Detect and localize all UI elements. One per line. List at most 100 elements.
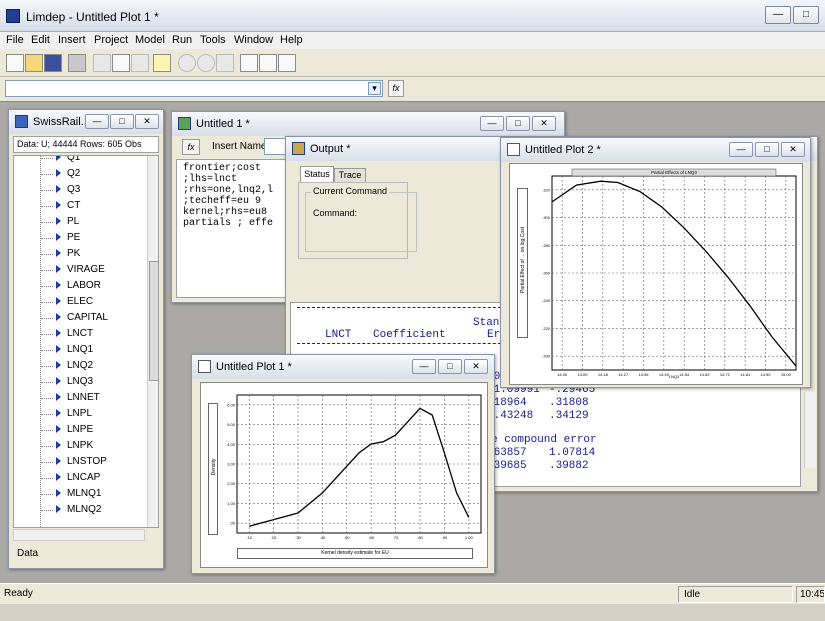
variable-item[interactable]: PL — [41, 214, 79, 230]
menu-insert[interactable]: Insert — [58, 34, 86, 46]
command-input[interactable] — [5, 80, 383, 97]
data-window-titlebar[interactable]: SwissRail... — □ ✕ — [9, 110, 163, 134]
menu-edit[interactable]: Edit — [31, 34, 50, 46]
variable-item[interactable]: LNQ3 — [41, 374, 93, 390]
plot2-window-titlebar[interactable]: Untitled Plot 2 * — □ ✕ — [501, 138, 810, 162]
output-window-title: Output * — [310, 143, 351, 155]
window1-icon[interactable] — [240, 54, 258, 72]
wand-icon[interactable] — [153, 54, 171, 72]
data-window-icon — [15, 115, 28, 128]
new-icon[interactable] — [6, 54, 24, 72]
plot2-window-minimize[interactable]: — — [729, 142, 753, 157]
data-window[interactable]: SwissRail... — □ ✕ Data: U; 44444 Rows: … — [8, 109, 164, 569]
output-scrollbar[interactable] — [804, 392, 816, 468]
app-titlebar[interactable]: Limdep - Untitled Plot 1 * — □ — [0, 0, 825, 32]
variable-item[interactable]: LNPL — [41, 406, 92, 422]
plot2-window-close[interactable]: ✕ — [781, 142, 805, 157]
menu-model[interactable]: Model — [135, 34, 165, 46]
plot1-window[interactable]: Untitled Plot 1 * — □ ✕ Density .10 .20 .3… — [191, 354, 495, 574]
variable-scrollbar[interactable] — [147, 156, 158, 527]
plot1-ylabel-box: Density — [208, 403, 218, 535]
menu-window[interactable]: Window — [234, 34, 273, 46]
cut-icon[interactable] — [93, 54, 111, 72]
data-window-maximize[interactable]: □ — [110, 114, 134, 129]
variable-item[interactable]: LNQ1 — [41, 342, 93, 358]
plot2-window[interactable]: Untitled Plot 2 * — □ ✕ Partial Effect o… — [500, 137, 811, 388]
variable-item[interactable]: LNSTOP — [41, 454, 107, 470]
data-window-close[interactable]: ✕ — [135, 114, 159, 129]
fx-button[interactable]: fx — [388, 80, 404, 97]
variable-item[interactable]: LNCT — [41, 326, 93, 342]
plot1-window-maximize[interactable]: □ — [438, 359, 462, 374]
variable-item[interactable]: LABOR — [41, 278, 101, 294]
editor-window-close[interactable]: ✕ — [532, 116, 556, 131]
menu-help[interactable]: Help — [280, 34, 303, 46]
variable-item[interactable]: MLNQ1 — [41, 486, 101, 502]
variable-item[interactable]: MLNQ2 — [41, 502, 101, 518]
tab-trace[interactable]: Trace — [334, 168, 366, 182]
variable-item[interactable]: PK — [41, 246, 80, 262]
command-dropdown-button[interactable]: ▾ — [368, 82, 381, 95]
menu-run[interactable]: Run — [172, 34, 192, 46]
variable-item[interactable]: Q1 — [41, 155, 81, 166]
variable-item[interactable]: Q2 — [41, 166, 80, 182]
y-tick-label: .00 — [229, 521, 235, 526]
data-window-minimize[interactable]: — — [85, 114, 109, 129]
plot2-ylabel-box: Partial Effect of ... on log Cost — [517, 188, 528, 338]
variable-arrow-icon — [56, 473, 61, 481]
y-tick-label: 1.00 — [227, 501, 236, 506]
editor-window-maximize[interactable]: □ — [506, 116, 530, 131]
variable-item[interactable]: LNPK — [41, 438, 93, 454]
variable-hscrollbar[interactable] — [13, 529, 145, 541]
variable-item[interactable]: CAPITAL — [41, 310, 108, 326]
variable-label: Q1 — [67, 155, 81, 163]
save-icon[interactable] — [44, 54, 62, 72]
open-icon[interactable] — [25, 54, 43, 72]
pause-icon[interactable] — [216, 54, 234, 72]
tree-branch — [41, 158, 53, 159]
variable-item[interactable]: LNCAP — [41, 470, 100, 486]
variable-label: PE — [67, 232, 81, 243]
copy-icon[interactable] — [112, 54, 130, 72]
output-window-icon — [292, 142, 305, 155]
variable-scroll-thumb[interactable] — [149, 261, 158, 381]
menu-tools[interactable]: Tools — [200, 34, 226, 46]
x-tick-label: 14.09 — [577, 372, 588, 377]
output-section-title: e compound error — [491, 434, 597, 446]
tab-status[interactable]: Status — [300, 166, 334, 182]
menu-project[interactable]: Project — [94, 34, 128, 46]
editor-window-minimize[interactable]: — — [480, 116, 504, 131]
variable-item[interactable]: PE — [41, 230, 81, 246]
tree-branch — [41, 462, 53, 463]
variable-label: LNQ2 — [67, 360, 94, 371]
app-title: Limdep - Untitled Plot 1 * — [26, 10, 159, 24]
variable-tree[interactable]: Q1 Q2 Q3 CT PL PE PK VIRAGE LABOR ELEC CAPITAL LNCT… — [13, 155, 159, 528]
editor-fx-button[interactable]: fx — [182, 139, 200, 155]
window2-icon[interactable] — [259, 54, 277, 72]
variable-item[interactable]: Q3 — [41, 182, 80, 198]
paste-icon[interactable] — [131, 54, 149, 72]
plot1-window-minimize[interactable]: — — [412, 359, 436, 374]
variable-item[interactable]: ELEC — [41, 294, 94, 310]
plot1-window-titlebar[interactable]: Untitled Plot 1 * — □ ✕ — [192, 355, 494, 379]
variable-item[interactable]: LNNET — [41, 390, 100, 406]
stop-icon[interactable] — [197, 54, 215, 72]
plot2-window-maximize[interactable]: □ — [755, 142, 779, 157]
variable-item[interactable]: CT — [41, 198, 80, 214]
run-icon[interactable] — [178, 54, 196, 72]
menu-file[interactable]: File — [6, 34, 24, 46]
status-text: Ready — [4, 588, 33, 599]
window3-icon[interactable] — [278, 54, 296, 72]
variable-item[interactable]: VIRAGE — [41, 262, 105, 278]
print-icon[interactable] — [68, 54, 86, 72]
variable-item[interactable]: LNPE — [41, 422, 93, 438]
plot1-window-close[interactable]: ✕ — [464, 359, 488, 374]
y-tick-label: 6.00 — [227, 402, 236, 407]
editor-window-titlebar[interactable]: Untitled 1 * — □ ✕ — [172, 112, 564, 136]
maximize-button[interactable]: □ — [793, 6, 819, 24]
variable-label: ELEC — [67, 296, 94, 307]
variable-arrow-icon — [56, 425, 61, 433]
editor-text[interactable]: frontier;cost ;lhs=lnct ;rhs=one,lnq2,l … — [176, 159, 288, 298]
variable-item[interactable]: LNQ2 — [41, 358, 94, 374]
minimize-button[interactable]: — — [765, 6, 791, 24]
